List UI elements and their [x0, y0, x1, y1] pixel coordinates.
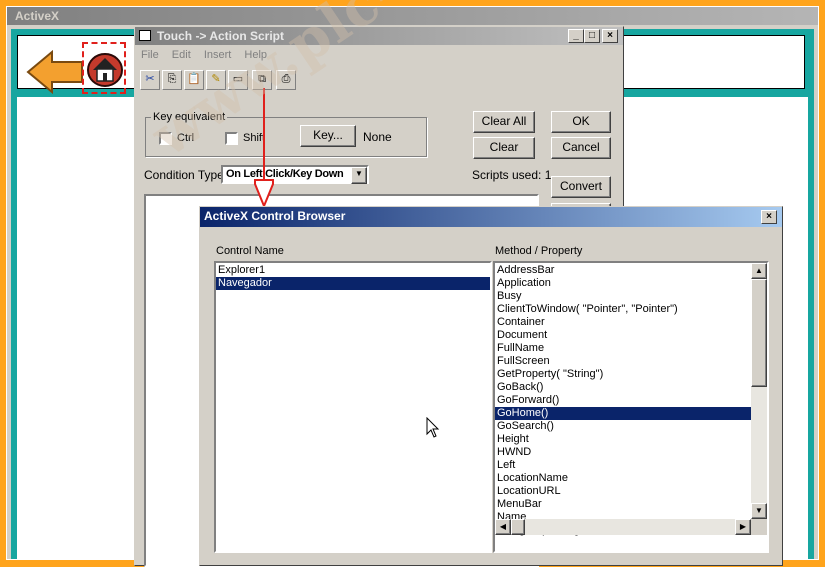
method-item[interactable]: HWND: [495, 446, 751, 459]
vertical-scrollbar[interactable]: ▲ ▼: [751, 263, 767, 519]
scroll-corner: [751, 519, 767, 535]
scroll-down-button[interactable]: ▼: [751, 503, 767, 519]
method-item-selected[interactable]: GoHome(): [495, 407, 751, 420]
method-item[interactable]: Document: [495, 329, 751, 342]
method-list[interactable]: AddressBar Application Busy ClientToWindow(…: [493, 261, 769, 553]
cancel-button[interactable]: Cancel: [551, 137, 611, 159]
insert-icon[interactable]: ✎: [206, 70, 226, 90]
method-item[interactable]: Left: [495, 459, 751, 472]
method-item[interactable]: AddressBar: [495, 264, 751, 277]
control-browser-title: ActiveX Control Browser: [204, 209, 346, 223]
control-item[interactable]: Explorer1: [216, 264, 490, 277]
condition-type-select[interactable]: On Left Click/Key Down ▼: [221, 165, 369, 184]
menu-insert[interactable]: Insert: [204, 49, 232, 61]
control-browser-dialog: ActiveX Control Browser × Control Name M…: [199, 206, 783, 566]
scripts-used: Scripts used: 1: [472, 168, 552, 182]
scroll-up-button[interactable]: ▲: [751, 263, 767, 279]
scroll-right-button[interactable]: ▶: [735, 519, 751, 535]
method-item[interactable]: LocationName: [495, 472, 751, 485]
ctrl-checkbox[interactable]: [159, 132, 172, 145]
annotation-arrow: [254, 88, 274, 209]
h-scroll-thumb[interactable]: [511, 519, 525, 535]
clear-button[interactable]: Clear: [473, 137, 535, 159]
method-item[interactable]: GetProperty( "String"): [495, 368, 751, 381]
control-name-header: Control Name: [216, 245, 284, 257]
method-item[interactable]: LocationURL: [495, 485, 751, 498]
ok-button[interactable]: OK: [551, 111, 611, 133]
menu-bar: File Edit Insert Help: [141, 49, 267, 61]
method-item[interactable]: FullName: [495, 342, 751, 355]
horizontal-scrollbar[interactable]: ◀ ▶: [495, 519, 751, 535]
method-property-header: Method / Property: [495, 245, 583, 257]
app-icon: [139, 30, 151, 41]
clear-all-button[interactable]: Clear All: [473, 111, 535, 133]
cut-icon[interactable]: ✂: [140, 70, 160, 90]
key-button[interactable]: Key...: [300, 125, 356, 147]
menu-help[interactable]: Help: [244, 49, 267, 61]
method-item[interactable]: FullScreen: [495, 355, 751, 368]
control-item-selected[interactable]: Navegador: [216, 277, 490, 290]
scroll-thumb[interactable]: [751, 279, 767, 387]
back-arrow-icon[interactable]: [26, 50, 86, 94]
method-item[interactable]: Busy: [495, 290, 751, 303]
method-item[interactable]: Application: [495, 277, 751, 290]
menu-edit[interactable]: Edit: [172, 49, 191, 61]
action-script-title: Touch -> Action Script: [157, 29, 285, 43]
condition-dropdown-button[interactable]: ▼: [351, 167, 367, 184]
copy-icon[interactable]: ⎘: [162, 70, 182, 90]
maximize-button[interactable]: □: [584, 29, 600, 43]
condition-type-label: Condition Type:: [144, 168, 228, 182]
method-item[interactable]: Container: [495, 316, 751, 329]
key-value: None: [363, 130, 392, 144]
method-item[interactable]: GoSearch(): [495, 420, 751, 433]
scroll-left-button[interactable]: ◀: [495, 519, 511, 535]
method-item[interactable]: ClientToWindow( "Pointer", "Pointer"): [495, 303, 751, 316]
method-item[interactable]: GoForward(): [495, 394, 751, 407]
method-item[interactable]: GoBack(): [495, 381, 751, 394]
home-icon[interactable]: [86, 48, 124, 88]
ctrl-label: Ctrl: [177, 132, 195, 144]
method-item[interactable]: MenuBar: [495, 498, 751, 511]
menu-file[interactable]: File: [141, 49, 159, 61]
paste-icon[interactable]: 📋: [184, 70, 204, 90]
control-browser-titlebar: ActiveX Control Browser: [200, 207, 782, 227]
method-item[interactable]: Height: [495, 433, 751, 446]
control-list[interactable]: Explorer1 Navegador: [214, 261, 492, 553]
convert-button[interactable]: Convert: [551, 176, 611, 198]
activex-title: ActiveX: [7, 7, 818, 25]
window-icon[interactable]: ▭: [228, 70, 248, 90]
key-equivalent-label: Key equivalent: [151, 111, 228, 123]
condition-type-value: On Left Click/Key Down: [226, 168, 344, 180]
shift-checkbox[interactable]: [225, 132, 238, 145]
minimize-button[interactable]: _: [568, 29, 584, 43]
action-script-titlebar: Touch -> Action Script: [135, 27, 623, 45]
mouse-cursor-icon: [426, 417, 440, 438]
close-button[interactable]: ×: [602, 29, 618, 43]
browser-close-button[interactable]: ×: [761, 210, 777, 224]
method-items: AddressBar Application Busy ClientToWindow(…: [495, 264, 767, 537]
